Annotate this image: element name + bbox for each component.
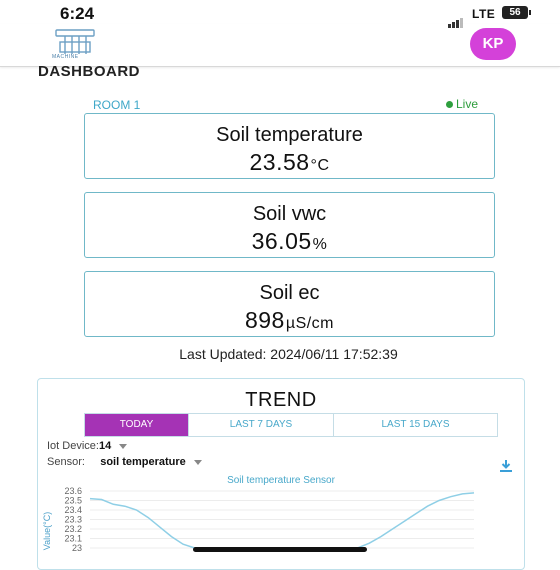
y-tick-label: 23.5 xyxy=(64,496,82,506)
battery-icon: 56 xyxy=(502,6,531,19)
chevron-down-icon xyxy=(193,459,202,465)
sensor-label: Sensor: xyxy=(47,456,85,468)
period-tabs: TODAY LAST 7 DAYS LAST 15 DAYS xyxy=(84,413,498,437)
card-unit: °C xyxy=(310,157,330,174)
device-label: Iot Device: xyxy=(47,440,99,452)
card-number: 23.58 xyxy=(249,149,310,175)
card-value: 898µS/cm xyxy=(85,307,494,334)
page-title: DASHBOARD xyxy=(38,63,140,80)
trend-title: TREND xyxy=(245,389,317,411)
device-select[interactable]: Iot Device:14 xyxy=(47,440,128,452)
last-updated: Last Updated: 2024/06/11 17:52:39 xyxy=(179,346,398,362)
card-label: Soil ec xyxy=(259,282,320,304)
chart-title: Soil temperature Sensor xyxy=(227,475,335,486)
card-label: Soil vwc xyxy=(252,203,327,225)
user-avatar[interactable]: KP xyxy=(470,28,516,60)
chevron-down-icon xyxy=(119,443,128,449)
tab-last-15-days[interactable]: LAST 15 DAYS xyxy=(334,414,497,436)
status-bar: 6:24 LTE 56 xyxy=(0,0,560,28)
network-type: LTE xyxy=(472,7,496,21)
live-label: Live xyxy=(456,97,479,111)
sensor-select[interactable]: Sensor: soil temperature xyxy=(47,456,202,468)
card-unit: µS/cm xyxy=(285,315,335,332)
card-unit: % xyxy=(312,236,328,253)
trend-panel: TREND TODAY LAST 7 DAYS LAST 15 DAYS Iot… xyxy=(37,378,525,570)
tab-last-7-days[interactable]: LAST 7 DAYS xyxy=(189,414,334,436)
tab-today[interactable]: TODAY xyxy=(85,414,189,436)
y-tick-label: 23.2 xyxy=(64,524,82,534)
y-tick-label: 23.4 xyxy=(64,505,82,515)
room-name: ROOM 1 xyxy=(93,98,141,112)
card-value: 36.05% xyxy=(85,228,494,255)
card-number: 36.05 xyxy=(251,228,312,254)
live-status: Live xyxy=(446,97,478,111)
status-time: 6:24 xyxy=(60,4,95,23)
download-icon[interactable] xyxy=(499,459,513,473)
card-soil-ec: Soil ec 898µS/cm xyxy=(84,271,495,337)
card-label: Soil temperature xyxy=(216,124,363,146)
y-tick-label: 23.3 xyxy=(64,515,82,525)
home-indicator xyxy=(193,547,367,552)
card-number: 898 xyxy=(244,307,285,333)
device-value: 14 xyxy=(98,440,112,452)
sensor-value: soil temperature xyxy=(100,456,186,468)
y-tick-label: 23 xyxy=(72,543,82,553)
y-tick-label: 23.1 xyxy=(64,534,82,544)
card-soil-temperature: Soil temperature 23.58°C xyxy=(84,113,495,179)
card-value: 23.58°C xyxy=(85,149,494,176)
live-dot-icon xyxy=(446,101,453,109)
series-line xyxy=(89,492,475,549)
logo-text: MACHINE xyxy=(52,54,79,60)
card-soil-vwc: Soil vwc 36.05% xyxy=(84,192,495,258)
y-axis-label: Value(°C) xyxy=(42,512,52,550)
